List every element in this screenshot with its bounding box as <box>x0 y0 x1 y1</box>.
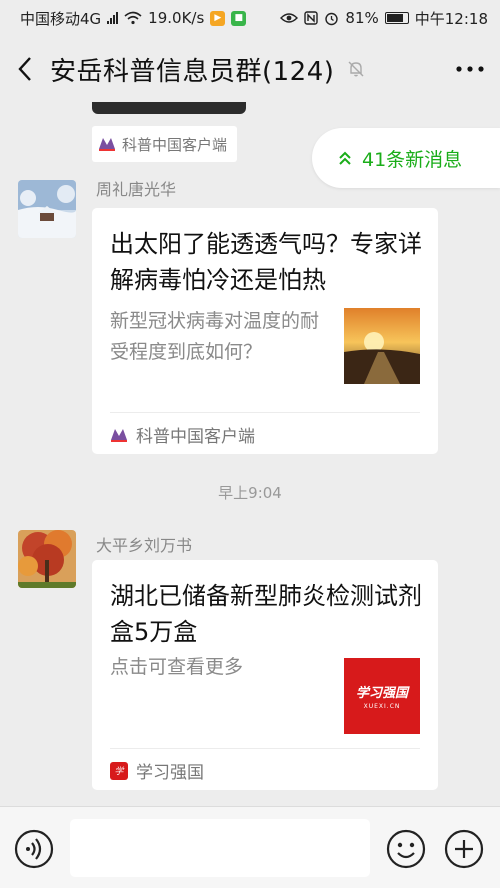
cell-signal-icon <box>107 12 119 24</box>
emoji-icon <box>386 829 426 869</box>
time-separator: 早上9:04 <box>218 484 282 502</box>
eye-icon <box>280 13 299 23</box>
link-card[interactable]: 湖北已储备新型肺炎检测试剂盒5万盒 点击可查看更多 学习强国 XUEXI.CN … <box>92 560 438 790</box>
more-dots-icon <box>456 66 484 72</box>
status-bar: 中国移动4G 19.0K/s ▶ ■ 81% 中午12:18 <box>0 0 500 36</box>
wifi-icon <box>124 11 142 25</box>
xuexi-logo-subtext: XUEXI.CN <box>363 703 401 710</box>
back-button[interactable] <box>0 36 50 102</box>
previous-card-image <box>92 102 246 114</box>
card-source: 学 学习强国 <box>110 758 204 783</box>
chat-title: 安岳科普信息员群(124) <box>50 56 335 87</box>
chat-message: 周礼唐光华 出太阳了能透透气吗？专家详解病毒怕冷还是怕热 新型冠状病毒对温度的耐… <box>0 176 500 466</box>
message-text-input[interactable] <box>70 819 370 877</box>
alarm-icon <box>325 12 339 25</box>
battery-icon <box>384 12 409 24</box>
video-app-icon: ▶ <box>210 10 226 26</box>
more-actions-button[interactable] <box>444 829 484 869</box>
mute-bell-icon <box>348 61 364 77</box>
avatar[interactable] <box>18 530 76 588</box>
emoji-button[interactable] <box>386 829 426 869</box>
sender-name: 周礼唐光华 <box>96 180 177 199</box>
chat-title-bar: 安岳科普信息员群(124) <box>0 36 500 102</box>
app-notification-icon: ■ <box>231 10 247 26</box>
avatar-snow-cabin-image <box>18 180 76 238</box>
xuexi-logo-text: 学习强国 <box>355 686 408 701</box>
card-description: 新型冠状病毒对温度的耐受程度到底如何？ <box>110 310 320 363</box>
kepu-logo-icon <box>99 138 115 151</box>
source-label: 科普中国客户端 <box>136 427 255 447</box>
sender-name: 大平乡刘万书 <box>96 536 193 555</box>
card-source: 科普中国客户端 <box>110 422 255 447</box>
voice-icon <box>14 829 54 869</box>
card-divider <box>110 412 420 413</box>
card-title: 出太阳了能透透气吗？专家详解病毒怕冷还是怕热 <box>110 230 422 294</box>
voice-input-button[interactable] <box>14 829 54 869</box>
chevron-left-icon <box>18 57 31 81</box>
chat-message: 大平乡刘万书 湖北已储备新型肺炎检测试剂盒5万盒 点击可查看更多 学习强国 XU… <box>0 530 500 800</box>
source-label: 科普中国客户端 <box>122 135 228 154</box>
plus-icon <box>444 829 484 869</box>
source-label: 学习强国 <box>136 763 204 783</box>
previous-card-source[interactable]: 科普中国客户端 <box>92 126 238 162</box>
link-card[interactable]: 出太阳了能透透气吗？专家详解病毒怕冷还是怕热 新型冠状病毒对温度的耐受程度到底如… <box>92 208 438 454</box>
card-description: 点击可查看更多 <box>110 656 244 678</box>
network-speed: 19.0K/s <box>148 9 205 27</box>
input-bar <box>0 806 500 888</box>
card-thumbnail <box>344 308 420 384</box>
avatar[interactable] <box>18 180 76 238</box>
new-messages-label: 41条新消息 <box>362 148 463 171</box>
card-thumbnail: 学习强国 XUEXI.CN <box>344 658 420 734</box>
kepu-logo-icon <box>111 428 127 442</box>
nfc-icon <box>304 11 319 25</box>
clock: 中午12:18 <box>414 9 488 28</box>
sunset-road-image <box>344 308 420 384</box>
double-chevron-up-icon <box>339 151 351 165</box>
xuexi-logo-icon: 学 <box>110 761 128 780</box>
more-options-button[interactable] <box>440 36 500 102</box>
card-divider <box>110 748 420 749</box>
card-title: 湖北已储备新型肺炎检测试剂盒5万盒 <box>110 582 422 646</box>
carrier-label: 中国移动4G <box>20 9 102 28</box>
battery-percent: 81% <box>345 9 379 27</box>
message-list[interactable]: 科普中国客户端 41条新消息 周礼唐光华 出太阳了能透透气吗？专家详解病毒怕冷还… <box>0 102 500 806</box>
avatar-autumn-tree-image <box>18 530 76 588</box>
